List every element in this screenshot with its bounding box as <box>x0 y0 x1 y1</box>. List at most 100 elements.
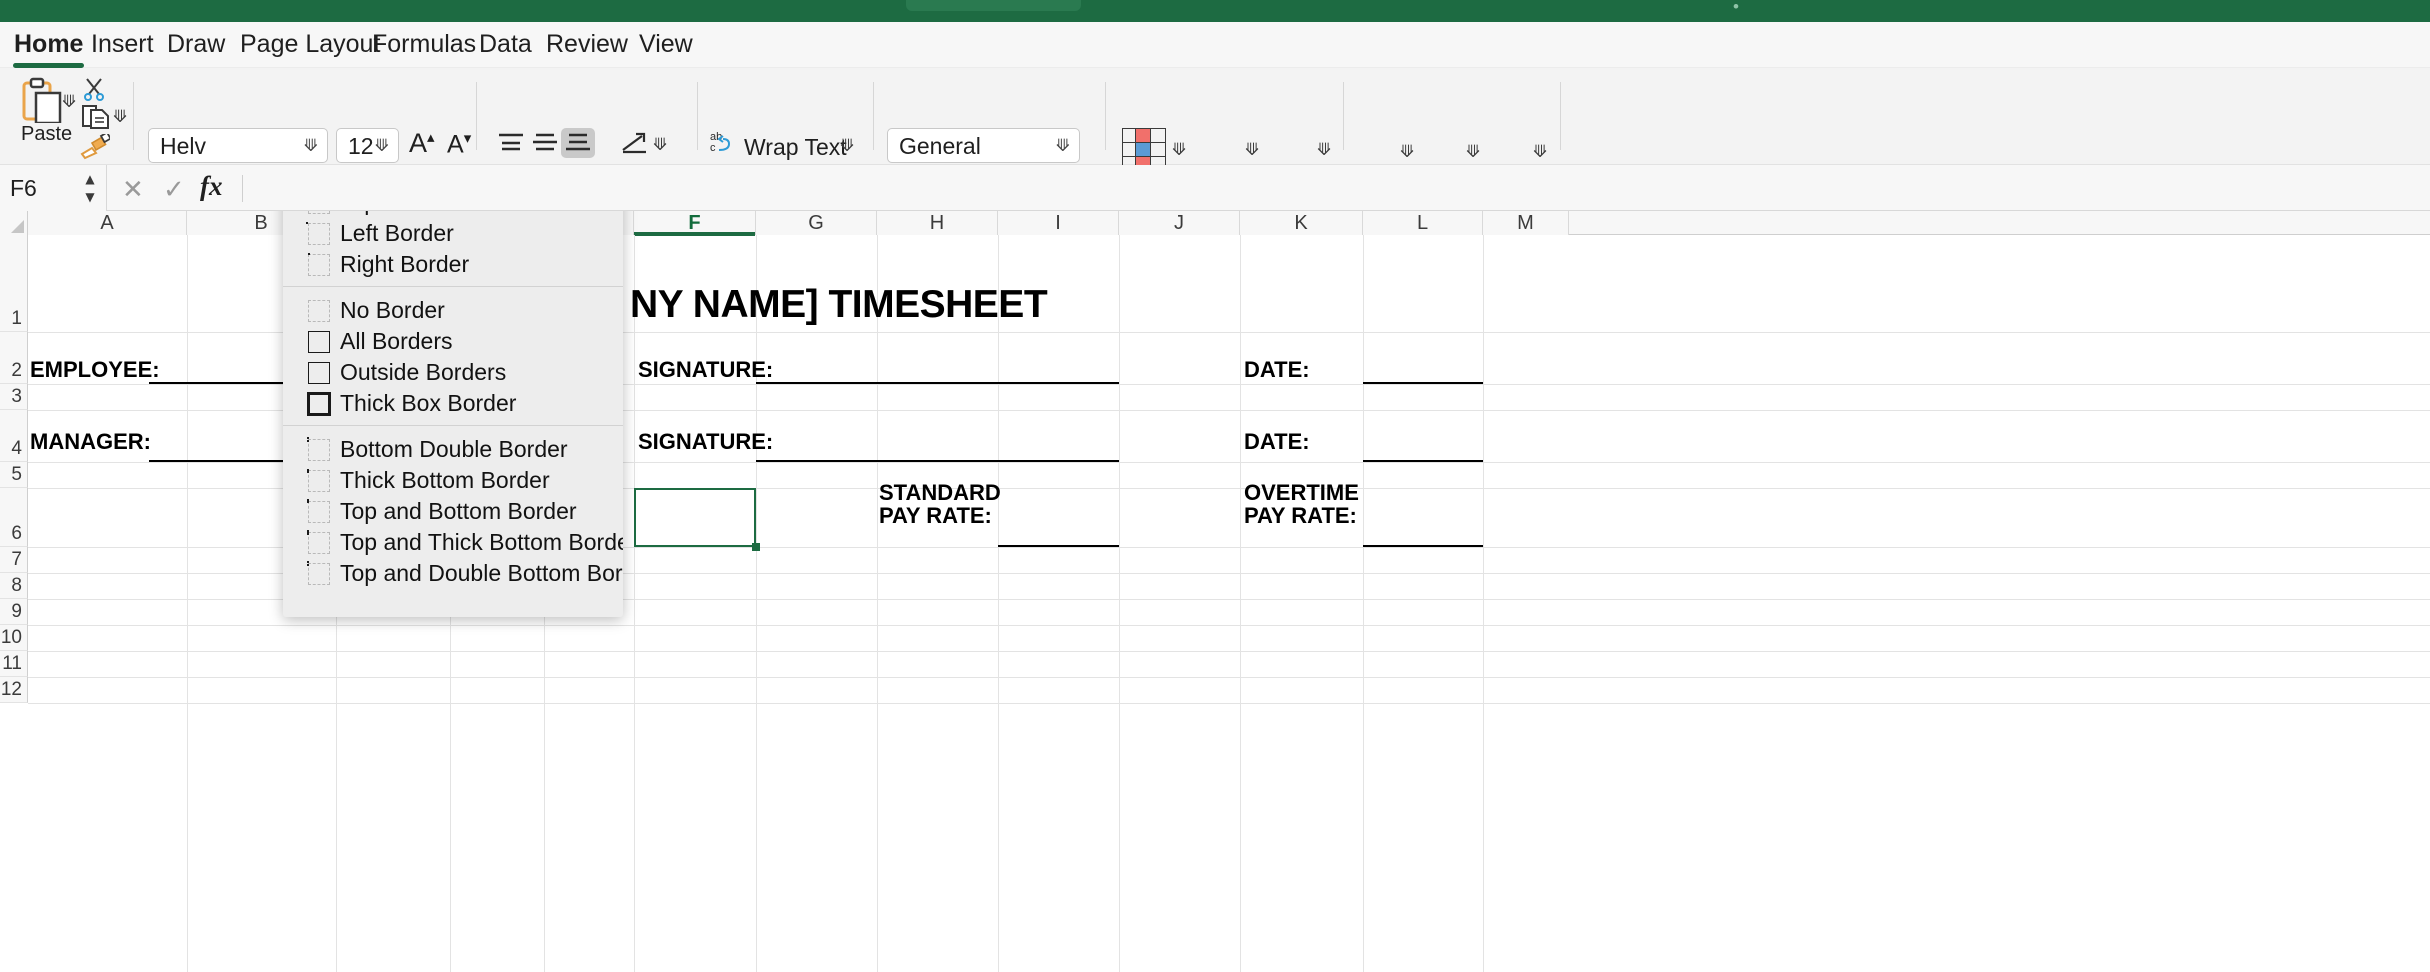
cell-k2-date[interactable]: DATE: <box>1244 357 1310 383</box>
conditional-formatting-chevron-down-icon[interactable]: ⟱ <box>1172 142 1186 159</box>
cell-a2-employee[interactable]: EMPLOYEE: <box>30 357 160 383</box>
column-header-l[interactable]: L <box>1363 211 1483 235</box>
font-size-combobox[interactable]: 12 ⟱ <box>336 128 399 163</box>
row-header-2[interactable]: 2 <box>0 332 28 384</box>
menu-item-thick-bottom-border[interactable]: Thick Bottom Border <box>283 465 623 496</box>
format-as-table-chevron-down-icon[interactable]: ⟱ <box>1245 142 1259 159</box>
align-bottom-icon[interactable] <box>564 131 592 153</box>
column-header-m[interactable]: M <box>1483 211 1569 235</box>
row-header-9[interactable]: 9 <box>0 599 28 625</box>
tab-draw[interactable]: Draw <box>163 30 229 59</box>
tab-review[interactable]: Review <box>542 30 632 59</box>
tab-insert-label: Insert <box>91 30 154 58</box>
border-top-bottom-icon <box>307 498 330 523</box>
paste-chevron-down-icon[interactable]: ⟱ <box>62 94 76 111</box>
tab-home[interactable]: Home <box>10 30 87 68</box>
number-format-combobox[interactable]: General ⟱ <box>887 128 1080 163</box>
format-painter-icon[interactable] <box>80 131 112 160</box>
sheet-title[interactable]: NY NAME] TIMESHEET <box>630 283 1048 327</box>
title-bar-notch <box>906 0 1081 11</box>
cancel-entry-icon[interactable]: ✕ <box>122 174 144 205</box>
copy-chevron-down-icon[interactable]: ⟱ <box>113 109 127 126</box>
shrink-font-icon[interactable]: A▾ <box>447 129 471 159</box>
menu-item-thick-box-border[interactable]: Thick Box Border <box>283 388 623 419</box>
menu-item-all-borders[interactable]: All Borders <box>283 326 623 357</box>
row-header-10[interactable]: 10 <box>0 625 28 651</box>
number-format-chevron-down-icon[interactable]: ⟱ <box>1056 136 1070 156</box>
insert-cells-chevron-down-icon[interactable]: ⟱ <box>1400 144 1414 161</box>
active-cell-selection[interactable] <box>634 488 756 547</box>
cut-scissors-icon[interactable] <box>82 77 106 101</box>
menu-item-right-border[interactable]: Right Border <box>283 249 623 280</box>
cell-f2-signature[interactable]: SIGNATURE: <box>638 357 773 383</box>
column-header-h[interactable]: H <box>877 211 998 235</box>
select-all-corner[interactable] <box>0 211 28 235</box>
format-cells-chevron-down-icon[interactable]: ⟱ <box>1533 144 1547 161</box>
row-header-6[interactable]: 6 <box>0 488 28 547</box>
row-header-8[interactable]: 8 <box>0 573 28 599</box>
delete-cells-chevron-down-icon[interactable]: ⟱ <box>1466 144 1480 161</box>
font-size-chevron-down-icon[interactable]: ⟱ <box>375 136 389 156</box>
tab-data[interactable]: Data <box>475 30 536 59</box>
menu-item-top-border[interactable]: Top Border <box>283 211 623 218</box>
cell-a4-manager[interactable]: MANAGER: <box>30 429 151 455</box>
column-header-g[interactable]: G <box>756 211 877 235</box>
borders-dropdown-menu: Borders Bottom Border Top Border Left Bo… <box>283 211 623 617</box>
column-header-f[interactable]: F <box>634 211 756 236</box>
column-header-k[interactable]: K <box>1240 211 1363 235</box>
row-header-3[interactable]: 3 <box>0 384 28 410</box>
cell-k4-date[interactable]: DATE: <box>1244 429 1310 455</box>
column-header-i[interactable]: I <box>998 211 1119 235</box>
name-box[interactable]: F6 ▲ ▼ <box>0 165 107 211</box>
cell-h6-pay-rate[interactable]: PAY RATE: <box>879 503 992 529</box>
menu-item-top-and-bottom-border[interactable]: Top and Bottom Border <box>283 496 623 527</box>
row-header-4[interactable]: 4 <box>0 410 28 462</box>
confirm-entry-icon[interactable]: ✓ <box>163 174 185 205</box>
column-header-a[interactable]: A <box>28 211 187 235</box>
insert-function-icon[interactable]: fx <box>200 171 223 202</box>
formula-input[interactable] <box>258 165 2430 211</box>
cell-i6-bottom-border <box>998 545 1119 547</box>
tab-page-layout[interactable]: Page Layout <box>236 30 384 59</box>
wrap-text-icon[interactable]: ab c <box>710 130 738 154</box>
row-header-7[interactable]: 7 <box>0 547 28 573</box>
column-header-j[interactable]: J <box>1119 211 1240 235</box>
orientation-chevron-down-icon[interactable]: ⟱ <box>653 137 667 154</box>
border-thick-box-icon <box>307 391 331 416</box>
row-header-5[interactable]: 5 <box>0 462 28 488</box>
row-header-12[interactable]: 12 <box>0 677 28 703</box>
paste-icon[interactable] <box>20 77 64 125</box>
tab-formulas[interactable]: Formulas <box>368 30 480 59</box>
copy-icon[interactable] <box>82 104 110 130</box>
align-middle-icon[interactable] <box>531 131 559 153</box>
wrap-text-label[interactable]: Wrap Text <box>744 134 847 161</box>
row-header-11[interactable]: 11 <box>0 651 28 677</box>
ribbon-separator-7 <box>1560 82 1561 150</box>
orientation-icon[interactable] <box>620 131 650 155</box>
fill-handle[interactable] <box>752 543 760 551</box>
menu-item-outside-borders[interactable]: Outside Borders <box>283 357 623 388</box>
cell-k6-pay-rate[interactable]: PAY RATE: <box>1244 503 1357 529</box>
tab-draw-label: Draw <box>167 30 226 58</box>
menu-item-top-and-double-bottom-border[interactable]: Top and Double Bottom Border <box>283 558 623 589</box>
wrap-text-chevron-down-icon[interactable]: ⟱ <box>840 138 854 155</box>
cell-l2-bottom-border <box>1363 382 1483 384</box>
font-name-chevron-down-icon[interactable]: ⟱ <box>304 136 318 156</box>
menu-item-left-border[interactable]: Left Border <box>283 218 623 249</box>
tab-view[interactable]: View <box>635 30 697 59</box>
cell-f4-signature[interactable]: SIGNATURE: <box>638 429 773 455</box>
name-box-spinner[interactable]: ▲ ▼ <box>82 170 98 206</box>
menu-divider-1 <box>283 286 623 287</box>
grow-font-icon[interactable]: A▴ <box>409 128 435 159</box>
cell-styles-chevron-down-icon[interactable]: ⟱ <box>1317 142 1331 159</box>
font-name-combobox[interactable]: Helv ⟱ <box>148 128 328 163</box>
menu-divider-2 <box>283 425 623 426</box>
tab-insert[interactable]: Insert <box>87 30 158 59</box>
align-top-icon[interactable] <box>497 131 525 153</box>
cell-l4-bottom-border <box>1363 460 1483 462</box>
menu-item-no-border[interactable]: No Border <box>283 295 623 326</box>
menu-item-top-and-thick-bottom-border[interactable]: Top and Thick Bottom Border <box>283 527 623 558</box>
menu-item-bottom-double-border[interactable]: Bottom Double Border <box>283 434 623 465</box>
row-header-1[interactable]: 1 <box>0 235 28 332</box>
paste-label[interactable]: Paste <box>21 123 72 146</box>
